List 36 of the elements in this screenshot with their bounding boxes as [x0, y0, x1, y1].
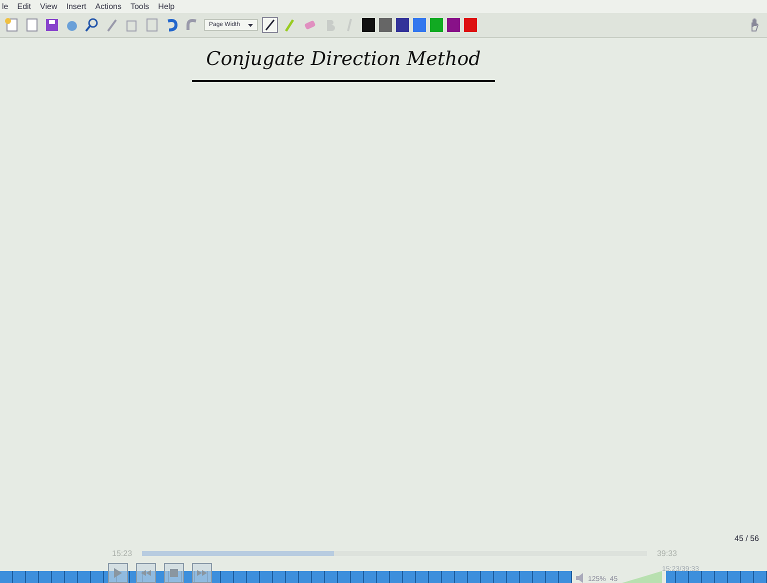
menu-item[interactable]: View	[40, 2, 58, 11]
menu-item[interactable]: Insert	[66, 2, 86, 11]
save-icon[interactable]	[44, 17, 60, 33]
page-counter: 45 / 56	[734, 534, 759, 543]
pen-icon[interactable]	[262, 17, 278, 33]
elapsed-time: 15:23	[112, 548, 132, 558]
speaker-icon	[576, 573, 584, 583]
menu-item[interactable]: Edit	[17, 2, 32, 11]
menu-item[interactable]: Help	[158, 2, 175, 11]
color-swatch[interactable]	[413, 18, 426, 32]
color-swatch[interactable]	[464, 18, 478, 32]
color-swatch[interactable]	[379, 18, 392, 32]
color-swatch[interactable]	[447, 18, 460, 32]
play-button[interactable]	[108, 563, 128, 583]
total-time: 39:33	[656, 548, 677, 558]
page-heading: Conjugate Direction Method	[192, 48, 495, 82]
play-icon	[114, 568, 122, 578]
progress-track[interactable]	[142, 550, 647, 556]
forward-button[interactable]	[192, 563, 212, 583]
paste-icon[interactable]	[144, 17, 160, 33]
rewind-button[interactable]	[136, 563, 156, 583]
forward-icon	[197, 570, 207, 576]
stop-button[interactable]	[164, 563, 184, 583]
new-page-icon[interactable]	[4, 17, 20, 33]
document-icon[interactable]	[24, 17, 40, 33]
color-swatch[interactable]	[362, 18, 376, 32]
color-swatch[interactable]	[430, 18, 444, 32]
search-icon[interactable]	[84, 17, 100, 33]
stop-icon	[170, 569, 178, 577]
menu-item[interactable]: Actions	[95, 2, 122, 11]
menu-item[interactable]: le	[2, 2, 8, 11]
volume-ramp-icon	[622, 571, 662, 583]
caret-icon	[248, 24, 254, 26]
menu-item[interactable]: Tools	[130, 2, 150, 11]
rewind-icon	[141, 570, 151, 576]
color-swatch[interactable]	[396, 18, 410, 32]
